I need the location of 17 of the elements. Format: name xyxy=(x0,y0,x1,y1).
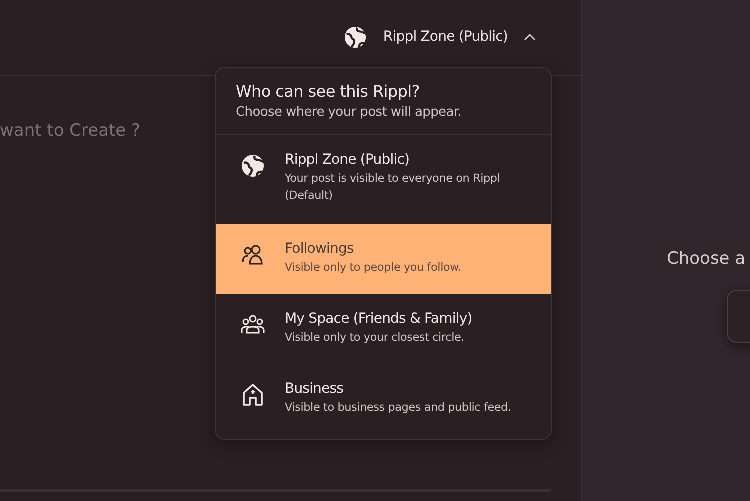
audience-option[interactable]: My Space (Friends & Family) Visible only to your closest circle. xyxy=(216,294,551,364)
audience-button[interactable]: Rippl Zone (Public) xyxy=(339,26,541,48)
option-description: Your post is visible to everyone on Rippl (Default) xyxy=(285,171,502,204)
dropdown-title: Who can see this Rippl? xyxy=(236,82,421,101)
option-description: Visible only to people you follow. xyxy=(285,260,462,276)
audience-option[interactable]: Followings Visible only to people you follow. xyxy=(216,224,551,294)
option-title: Rippl Zone (Public) xyxy=(285,152,411,168)
option-title: Business xyxy=(285,381,345,397)
audience-option[interactable]: Business Visible to business pages and public feed. xyxy=(216,364,551,434)
option-description: Visible only to your closest circle. xyxy=(285,330,466,346)
option-description: Visible to business pages and public feed. xyxy=(285,400,512,416)
prompt-text: Choose a xyxy=(667,249,746,269)
post-input-field[interactable]: want to Create ? xyxy=(0,121,200,141)
audience-option[interactable]: Rippl Zone (Public) Your post is visible to everyone on Rippl (Default) xyxy=(216,135,551,224)
option-title: My Space (Friends & Family) xyxy=(285,311,472,327)
option-title: Followings xyxy=(285,241,355,257)
dropdown-subtitle: Choose where your post will appear. xyxy=(236,105,463,120)
